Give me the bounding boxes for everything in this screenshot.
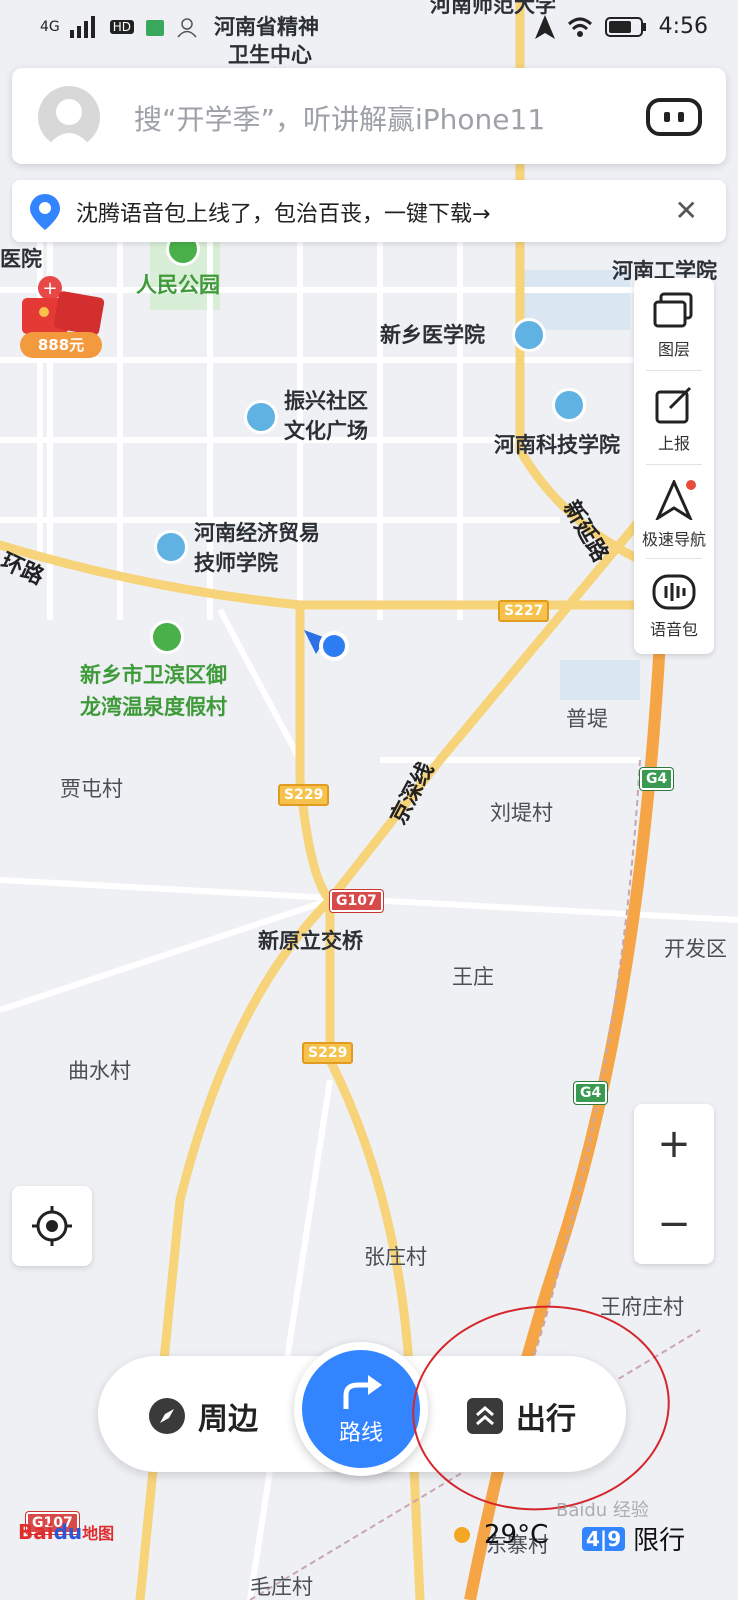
map-label[interactable]: 医院 <box>0 246 42 272</box>
restriction-label: 限行 <box>633 1526 686 1556</box>
locate-me-button[interactable] <box>12 1186 92 1266</box>
status-bar: 4G HD 4:56 <box>0 0 738 60</box>
layers-button[interactable]: 图层 <box>634 278 714 370</box>
clock: 4:56 <box>658 14 708 39</box>
map-label[interactable]: 新原立交桥 <box>258 928 363 954</box>
layers-label: 图层 <box>657 340 690 359</box>
route-button[interactable]: 路线 <box>294 1342 428 1476</box>
watermark: Baidu 经验 <box>556 1500 649 1521</box>
road-shield: S229 <box>302 1042 354 1064</box>
map-label-resort[interactable]: 新乡市卫滨区御 <box>80 662 227 688</box>
voice-pack-button[interactable]: 语音包 <box>634 560 714 652</box>
status-bar-right: 4:56 <box>534 14 708 39</box>
road-shield: G107 <box>330 890 383 912</box>
logo-text: 地图 <box>82 1524 115 1543</box>
network-label: 4G <box>40 19 60 35</box>
zoom-control: + − <box>634 1104 714 1264</box>
hd-badge: HD <box>109 20 135 34</box>
location-pin-icon <box>30 194 60 230</box>
map-label[interactable]: 新乡医学院 <box>380 322 485 348</box>
avatar[interactable] <box>38 86 100 148</box>
report-label: 上报 <box>657 434 690 453</box>
map-label[interactable]: 王庄 <box>452 964 494 990</box>
temperature: 29°C <box>484 1520 549 1550</box>
notice-banner[interactable]: 沈腾语音包上线了，包治百丧，一键下载→ ✕ <box>12 180 726 242</box>
current-location-icon <box>304 630 349 661</box>
divider <box>646 370 702 371</box>
notice-text[interactable]: 沈腾语音包上线了，包治百丧，一键下载→ <box>76 196 490 228</box>
road-shield: S227 <box>498 600 550 622</box>
notification-dot <box>686 480 696 490</box>
map-label[interactable]: 贾屯村 <box>60 776 123 802</box>
school-poi-icon[interactable] <box>512 318 546 352</box>
red-packet-icon: + <box>22 276 105 336</box>
shopping-bag-icon <box>146 20 165 36</box>
route-label: 路线 <box>338 1421 383 1446</box>
voice-pack-label: 语音包 <box>649 620 698 639</box>
school-poi-icon[interactable] <box>552 388 586 422</box>
baidu-logo: Baidu地图 <box>18 1520 114 1544</box>
user-avatar-icon <box>46 99 92 148</box>
map-label-park[interactable]: 人民公园 <box>136 272 220 298</box>
signal-icon <box>69 16 95 38</box>
status-bar-left: 4G HD <box>40 16 198 38</box>
edit-report-icon <box>655 386 692 424</box>
route-arrow-icon <box>343 1375 382 1409</box>
svg-text:+: + <box>42 278 57 299</box>
divider <box>646 558 702 559</box>
logo-text: Bai <box>18 1520 54 1544</box>
person-icon <box>177 18 197 38</box>
map-label[interactable]: 河南科技学院 <box>494 432 620 458</box>
wifi-icon <box>567 17 592 37</box>
map-label[interactable]: 技师学院 <box>194 550 278 576</box>
traffic-restriction[interactable]: 4|9 限行 <box>582 1520 685 1557</box>
road-shield: G4 <box>640 768 674 790</box>
road-shield: G4 <box>574 1082 608 1104</box>
battery-icon <box>604 16 646 37</box>
nearby-label: 周边 <box>198 1402 258 1437</box>
gps-arrow-icon <box>534 14 555 39</box>
zoom-out-button[interactable]: − <box>634 1184 714 1264</box>
fast-navigation-label: 极速导航 <box>641 530 706 549</box>
building-poi-icon[interactable] <box>244 400 278 434</box>
map-label-resort[interactable]: 龙湾温泉度假村 <box>80 694 227 720</box>
divider <box>646 464 702 465</box>
map-label[interactable]: 刘堤村 <box>490 800 553 826</box>
compass-icon <box>149 1398 185 1434</box>
map-label[interactable]: 张庄村 <box>364 1244 427 1270</box>
red-packet-amount: 888元 <box>20 332 102 358</box>
zoom-in-button[interactable]: + <box>634 1104 714 1184</box>
voice-pack-icon <box>652 574 696 610</box>
fast-navigation-button[interactable]: 极速导航 <box>634 466 714 558</box>
map-label[interactable]: 曲水村 <box>68 1058 131 1084</box>
map-label[interactable]: 河南经济贸易 <box>194 520 320 546</box>
map-label[interactable]: 毛庄村 <box>250 1574 313 1600</box>
restriction-badge: 4|9 <box>582 1526 626 1551</box>
report-button[interactable]: 上报 <box>634 372 714 464</box>
layers-icon <box>653 292 693 328</box>
close-icon[interactable]: ✕ <box>675 194 698 227</box>
map-label[interactable]: 文化广场 <box>284 418 368 444</box>
resort-poi-icon[interactable] <box>150 620 184 654</box>
voice-assistant-icon[interactable] <box>646 98 702 136</box>
map-label[interactable]: 普堤 <box>566 706 608 732</box>
map-label[interactable]: 王府庄村 <box>600 1294 684 1320</box>
sun-icon <box>454 1527 470 1543</box>
search-bar[interactable]: 搜“开学季”，听讲解赢iPhone11 <box>12 68 726 164</box>
nearby-button[interactable]: 周边 <box>148 1394 258 1438</box>
crosshair-icon <box>32 1206 72 1246</box>
weather-widget[interactable]: 29°C <box>448 1520 548 1550</box>
map-label[interactable]: 振兴社区 <box>284 388 368 414</box>
search-input[interactable]: 搜“开学季”，听讲解赢iPhone11 <box>134 98 545 138</box>
red-packet-promo[interactable]: + 888元 <box>16 276 106 360</box>
school-poi-icon[interactable] <box>154 530 188 564</box>
road-shield: S229 <box>278 784 330 806</box>
logo-text: du <box>53 1520 83 1544</box>
map-toolbar: 图层 上报 极速导航 语音包 <box>634 278 714 654</box>
map-label[interactable]: 开发区 <box>664 936 727 962</box>
